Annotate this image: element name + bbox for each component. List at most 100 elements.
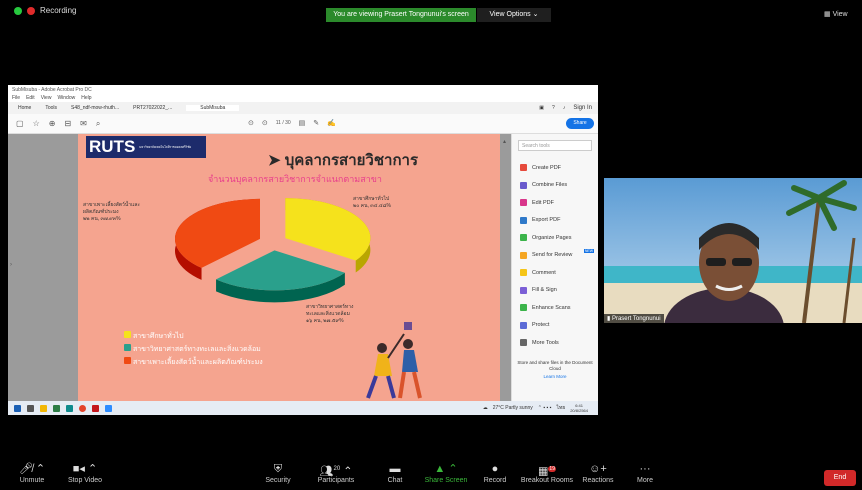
tool-export-pdf[interactable]: Export PDF [512,212,598,230]
record-icon: ● [491,463,499,475]
meeting-top-bar: Recording You are viewing Prasert Tongnu… [0,0,862,30]
promo-text: Store and share files in the Document Cl… [517,360,593,371]
view-options-button[interactable]: View Options ⌄ [477,8,551,22]
chrome-icon[interactable] [79,404,86,412]
right-scroll-arrow[interactable]: ▴ [503,138,506,145]
search-tools-input[interactable]: Search tools [518,140,592,151]
tab-home[interactable]: Home [18,105,31,111]
menu-file[interactable]: File [12,95,20,101]
view-label: View [832,11,848,18]
tool-send-for-review[interactable]: Send for Review NEW [512,247,598,265]
down-arrow-icon[interactable]: ⊙ [262,119,268,127]
stop-video-button[interactable]: ■◂ ⌃ Stop Video [55,463,115,484]
tool-edit-pdf[interactable]: Edit PDF [512,194,598,212]
tools-pane: Search tools Create PDF Combine Files Ed… [511,134,598,402]
tray-icons[interactable]: ⌃ ▪ ▪ ▪ [538,405,552,411]
participants-button[interactable]: 👥︎20 ⌃ Participants [306,463,366,484]
app-icon-1[interactable] [53,404,60,412]
tool-label: Combine Files [532,182,568,189]
menu-edit[interactable]: Edit [26,95,35,101]
screen-share-banner: You are viewing Prasert Tongnunui's scre… [326,8,476,22]
menu-help[interactable]: Help [81,95,91,101]
windows-start-icon[interactable] [14,404,21,412]
pie-slice-2 [174,198,260,268]
menu-window[interactable]: Window [57,95,75,101]
label-general-value: ๒๐ คน, ๓๔.๔๘% [353,203,391,209]
tool-more-tools[interactable]: More Tools [512,334,598,352]
reactions-label: Reactions [582,477,614,484]
share-pdf-label: Share [573,120,587,126]
chat-bubble-icon[interactable]: ▣ [539,105,544,111]
weather-text[interactable]: 27°C Partly sunny [493,405,533,411]
menu-view[interactable]: View [41,95,52,101]
task-view-icon[interactable] [27,404,34,412]
left-scroll-arrow[interactable]: › [10,262,12,268]
acrobat-icon[interactable] [92,404,99,412]
legend-swatch-red [124,357,131,364]
label-aquaculture-value: ๒๒ คน, ๓๗.๙๓% [83,216,121,222]
tool-fill-sign[interactable]: Fill & Sign [512,282,598,300]
tool-label: Protect [532,322,550,329]
tool-protect[interactable]: Protect [512,317,598,335]
edge-icon[interactable] [66,404,73,412]
share-screen-label: Share Screen [424,477,468,484]
tab-doc-3[interactable]: SubMisuba [186,105,240,111]
up-arrow-icon[interactable]: ⊙ [248,119,254,127]
windows-taskbar: ☁ 27°C Partly sunny ⌃ ▪ ▪ ▪ ไทย 6:41 20/… [8,401,598,415]
document-viewer[interactable]: › RUTS มหาวิทยาลัยเทคโนโลยีราชมงคลศรีวิช… [8,134,511,406]
bell-icon[interactable]: ♪ [563,105,566,111]
legend-label: สาขาวิทยาศาสตร์ทางทะเลและสิ่งแวดล้อม [132,346,261,353]
share-pdf-button[interactable]: Share [566,118,594,129]
tool-combine-files[interactable]: Combine Files [512,177,598,195]
comment-icon [520,269,527,277]
participant-video[interactable]: ▮ Prasert Tongnunui [604,178,862,323]
print-icon[interactable]: ⊟ [64,119,71,129]
security-button[interactable]: ⛨ Security [248,463,308,484]
zoom-icon[interactable] [105,404,112,412]
mail-icon[interactable]: ✉ [80,119,87,129]
tab-doc-1[interactable]: S48_ndf-mow-rhuth... [71,105,119,111]
recording-indicator[interactable]: Recording [14,6,76,15]
page-icon[interactable]: ▢ [16,119,24,129]
record-button[interactable]: ● Record [465,463,525,484]
sign-icon[interactable]: ✍ [327,119,336,127]
tool-organize-pages[interactable]: Organize Pages [512,229,598,247]
more-button[interactable]: ··· More [615,463,675,484]
illustration-people [366,322,422,399]
tab-doc-2[interactable]: PRT27022022_... [133,105,172,111]
security-shield-icon [14,6,22,15]
tool-create-pdf[interactable]: Create PDF [512,159,598,177]
new-badge: NEW [583,248,594,253]
comment-icon[interactable]: ▤ [299,119,306,127]
pen-icon[interactable]: ✎ [313,119,319,127]
view-button[interactable]: ▦ View [824,10,848,18]
learn-more-link[interactable]: Learn More [516,374,594,380]
tool-label: Edit PDF [532,199,555,206]
send-for-review-icon [520,251,527,259]
sign-in-link[interactable]: Sign In [573,105,592,111]
combine-files-icon [520,181,527,189]
tab-tools[interactable]: Tools [45,105,57,111]
mic-muted-icon: 🎤︎̸ ⌃ [18,463,46,475]
search-icon[interactable]: ⌕ [96,119,100,129]
help-icon[interactable]: ? [552,105,555,111]
clock[interactable]: 6:41 20/8/2564 [570,403,588,413]
page-indicator[interactable]: 11 / 30 [276,120,291,126]
tool-enhance-scans[interactable]: Enhance Scans [512,299,598,317]
star-icon[interactable]: ☆ [33,119,40,129]
acrobat-tabs: Home Tools S48_ndf-mow-rhuth... PRT27022… [8,102,598,114]
unmute-button[interactable]: 🎤︎̸ ⌃ Unmute [2,463,62,484]
recording-label: Recording [40,6,77,15]
legend-item: สาขาวิทยาศาสตร์ทางทะเลและสิ่งแวดล้อม [124,343,263,356]
file-explorer-icon[interactable] [40,404,47,412]
label-general-name: สาขาศึกษาทั่วไป [353,196,390,202]
breakout-badge: 19 [548,466,556,472]
language-indicator[interactable]: ไทย [556,404,565,412]
tool-comment[interactable]: Comment [512,264,598,282]
upload-icon[interactable]: ⊕ [49,119,56,129]
legend-label: สาขาเพาะเลี้ยงสัตว์น้ำและผลิตภัณฑ์ประมง [132,359,263,366]
participant-name-tag: ▮ Prasert Tongnunui [604,314,664,323]
slide-title-text: บุคลากรสายวิชาการ [284,152,419,169]
label-marine-name: สาขาวิทยาศาสตร์ทางทะเลและสิ่งแวดล้อม [306,304,354,317]
end-meeting-button[interactable]: End [824,470,856,486]
